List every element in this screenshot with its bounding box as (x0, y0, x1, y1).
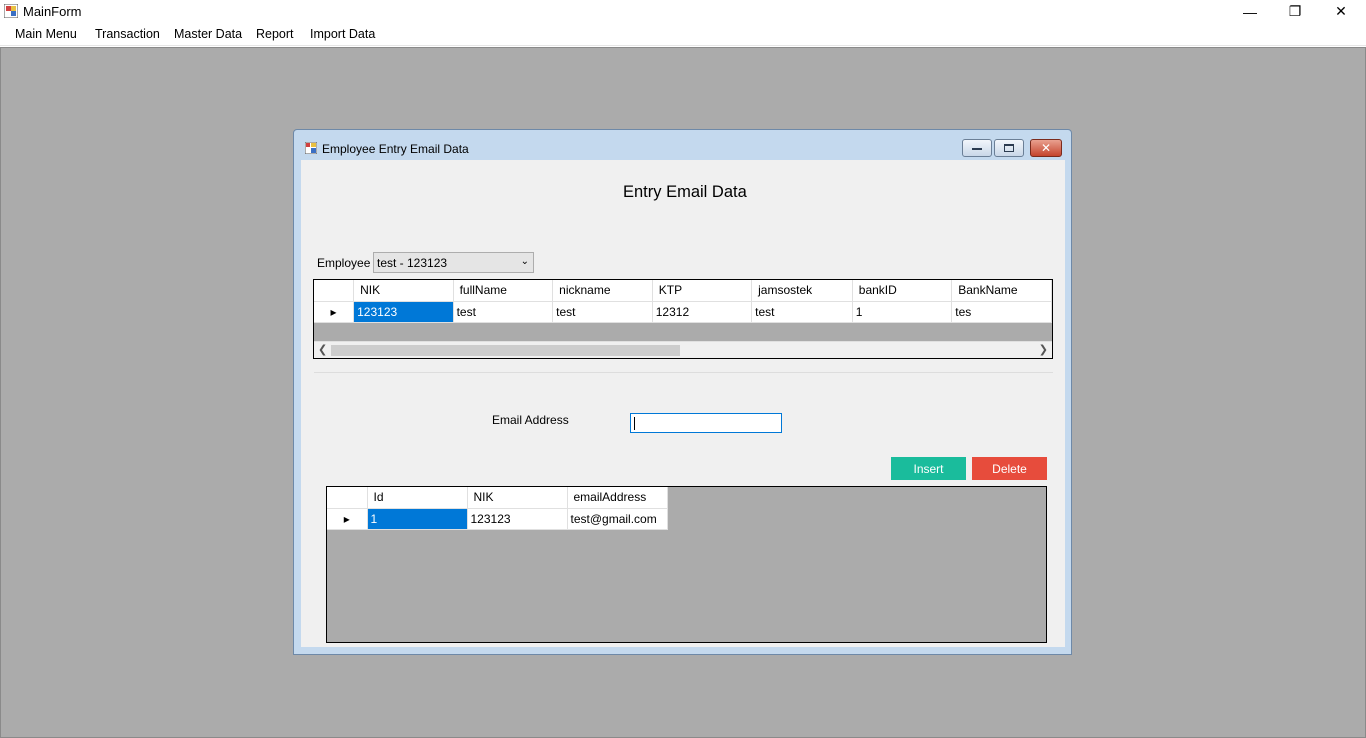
scroll-right-icon[interactable]: ❯ (1039, 343, 1048, 356)
column-header[interactable]: NIK (467, 487, 568, 509)
column-header[interactable]: KTP (652, 280, 753, 302)
table-row[interactable]: ▸ 1 123123 test@gmail.com (327, 508, 668, 530)
table-cell[interactable]: tes (951, 301, 1052, 323)
form-maximize-button[interactable] (994, 139, 1024, 157)
column-header[interactable]: Id (367, 487, 468, 509)
window-title: MainForm (23, 4, 82, 19)
table-cell[interactable]: 1 (367, 508, 468, 530)
page-title: Entry Email Data (623, 183, 747, 201)
horizontal-scrollbar[interactable]: ❮ ❯ (314, 341, 1052, 358)
scrollbar-thumb[interactable] (331, 345, 680, 356)
row-header-arrow-icon[interactable]: ▸ (327, 508, 368, 530)
column-header[interactable]: emailAddress (567, 487, 668, 509)
row-header-corner (314, 280, 355, 302)
column-header[interactable]: bankID (852, 280, 953, 302)
grid-header-row: Id NIK emailAddress (327, 487, 668, 509)
table-cell[interactable]: test (751, 301, 853, 323)
table-cell[interactable]: 123123 (353, 301, 454, 323)
main-titlebar: MainForm — ❐ ✕ (0, 0, 1366, 23)
form-client-area: Entry Email Data Employee test - 123123 … (301, 160, 1065, 647)
insert-button[interactable]: Insert (891, 457, 966, 480)
row-header-arrow-icon[interactable]: ▸ (314, 301, 355, 323)
column-header[interactable]: fullName (453, 280, 554, 302)
menu-main-menu[interactable]: Main Menu (15, 27, 77, 41)
menubar: Main Menu Transaction Master Data Report… (0, 23, 1366, 46)
menu-report[interactable]: Report (256, 27, 294, 41)
table-cell[interactable]: 12312 (652, 301, 753, 323)
restore-button[interactable]: ❐ (1272, 0, 1318, 23)
employee-grid[interactable]: NIK fullName nickname KTP jamsostek bank… (313, 279, 1053, 359)
table-row[interactable]: ▸ 123123 test test 12312 test 1 tes (314, 301, 1052, 323)
column-header[interactable]: jamsostek (751, 280, 853, 302)
menu-master-data[interactable]: Master Data (174, 27, 242, 41)
close-icon: ✕ (1335, 3, 1347, 19)
form-minimize-button[interactable] (962, 139, 992, 157)
grid-header-row: NIK fullName nickname KTP jamsostek bank… (314, 280, 1052, 302)
menu-import-data[interactable]: Import Data (310, 27, 375, 41)
delete-button[interactable]: Delete (972, 457, 1047, 480)
restore-icon: ❐ (1288, 3, 1302, 19)
email-grid[interactable]: Id NIK emailAddress ▸ 1 123123 test@gmai… (326, 486, 1047, 643)
table-cell[interactable]: test (453, 301, 554, 323)
form-close-button[interactable]: ✕ (1030, 139, 1062, 157)
employee-select-value: test - 123123 (377, 256, 448, 270)
form-title: Employee Entry Email Data (322, 142, 469, 156)
app-icon (4, 4, 18, 18)
table-cell[interactable]: 123123 (467, 508, 568, 530)
row-header-corner (327, 487, 368, 509)
table-cell[interactable]: 1 (852, 301, 953, 323)
column-header[interactable]: NIK (353, 280, 454, 302)
close-icon: ✕ (1040, 141, 1052, 155)
scroll-left-icon[interactable]: ❮ (318, 343, 327, 356)
close-button[interactable]: ✕ (1318, 0, 1364, 23)
minimize-icon (972, 148, 982, 150)
maximize-icon (1004, 144, 1014, 152)
text-caret (634, 417, 635, 431)
email-address-label: Email Address (492, 413, 569, 427)
table-cell[interactable]: test (552, 301, 653, 323)
chevron-down-icon: ⌄ (520, 256, 529, 267)
employee-label: Employee (317, 256, 371, 270)
form-icon (305, 142, 317, 154)
column-header[interactable]: BankName (951, 280, 1052, 302)
column-header[interactable]: nickname (552, 280, 653, 302)
table-cell[interactable]: test@gmail.com (567, 508, 668, 530)
employee-email-form: Employee Entry Email Data ✕ Entry Email … (293, 129, 1072, 655)
minimize-button[interactable]: — (1227, 0, 1273, 23)
menu-transaction[interactable]: Transaction (95, 27, 160, 41)
minimize-icon: — (1243, 3, 1257, 20)
employee-select[interactable]: test - 123123 ⌄ (373, 252, 534, 273)
email-address-input[interactable] (630, 413, 782, 433)
